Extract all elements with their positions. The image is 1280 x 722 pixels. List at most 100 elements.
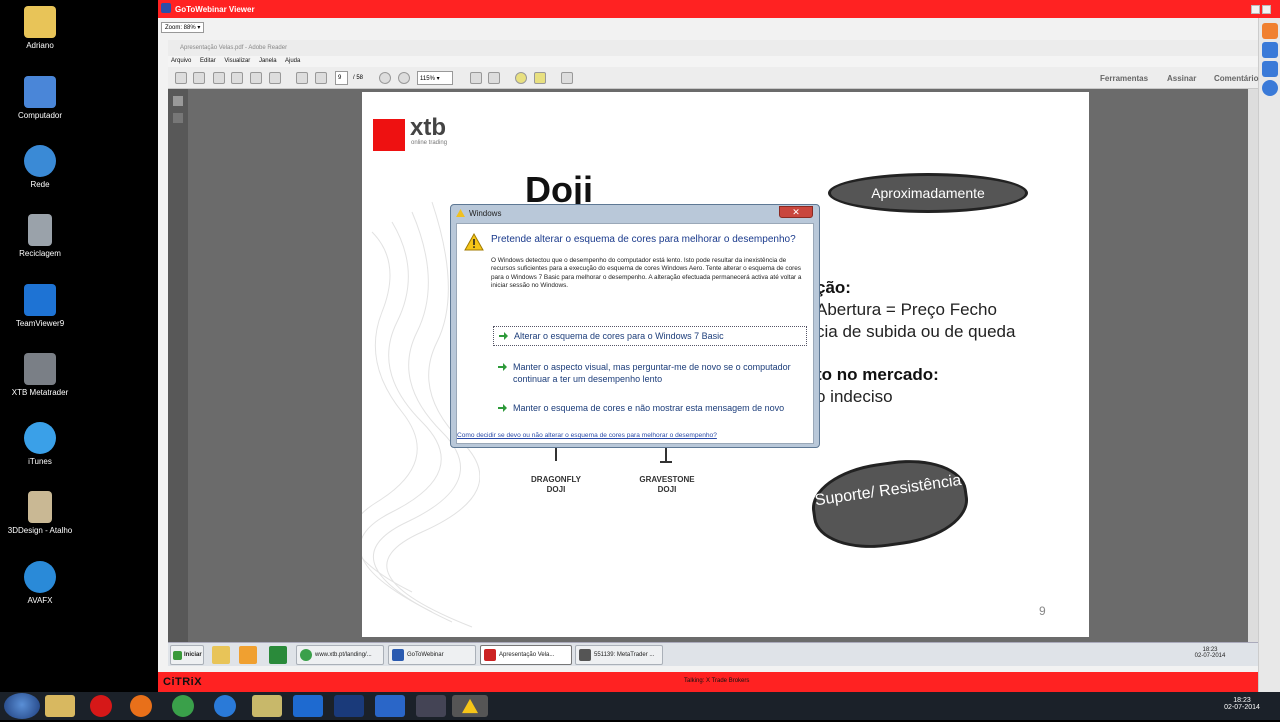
desktop-icon-metatrader[interactable]: XTB Metatrader [0, 353, 80, 397]
desktop-icon-label: XTB Metatrader [11, 388, 69, 397]
desktop-icon-label: TeamViewer9 [15, 319, 65, 328]
slide-text-3: o indeciso [816, 387, 893, 406]
teamviewer-icon[interactable] [293, 695, 323, 717]
fullscreen-icon[interactable] [1261, 61, 1278, 77]
maximize-icon[interactable] [1262, 5, 1271, 14]
expand-icon[interactable] [561, 72, 573, 84]
comentario-link[interactable]: Comentário [1214, 74, 1258, 83]
notes-icon[interactable] [252, 695, 282, 717]
zoom-input[interactable]: 115% ▾ [417, 71, 453, 85]
desktop-icon-rede[interactable]: Rede [0, 145, 80, 189]
explorer-icon[interactable] [212, 646, 230, 664]
explorer-icon[interactable] [45, 695, 75, 717]
dialog-title: Windows [469, 209, 502, 218]
zoom-value: Zoom: 88% [165, 25, 196, 31]
help-icon[interactable] [1261, 80, 1278, 96]
minimize-icon[interactable] [1251, 5, 1260, 14]
callout-text: Suporte/ Resistência [813, 471, 963, 510]
talking-status: Talking: X Trade Brokers [684, 678, 750, 684]
dialog-description: O Windows detectou que o desempenho do c… [491, 257, 802, 290]
start-button[interactable] [4, 693, 40, 719]
desktop-icon-computador[interactable]: Computador [0, 76, 80, 120]
menu-visualizar[interactable]: Visualizar [224, 58, 250, 64]
zoom-out-icon[interactable] [379, 72, 391, 84]
taskbar-item-adobe[interactable]: Apresentação Vela... [480, 645, 572, 665]
create-pdf-icon[interactable] [175, 72, 187, 84]
gotowebinar-icon [392, 649, 404, 661]
desktop-icon-label: Computador [17, 111, 63, 120]
help-link[interactable]: Como decidir se devo ou não alterar o es… [457, 432, 717, 439]
desktop-icon-label: AVAFX [27, 596, 53, 605]
remote-system-tray: 18:23 02-07-2014 [1150, 645, 1258, 665]
citrix-bar: CiTRiX Talking: X Trade Brokers [158, 672, 1258, 692]
dialog-body: Pretende alterar o esquema de cores para… [456, 223, 814, 444]
warning-icon [462, 698, 478, 714]
chrome-icon[interactable] [172, 695, 194, 717]
excel-icon[interactable] [269, 646, 287, 664]
opera-icon[interactable] [90, 695, 112, 717]
metatrader-icon[interactable] [416, 695, 446, 717]
zoom-select[interactable]: Zoom: 88% ▾ [161, 22, 205, 33]
page-up-icon[interactable] [296, 72, 308, 84]
edit-icon[interactable] [213, 72, 225, 84]
menu-arquivo[interactable]: Arquivo [171, 58, 191, 64]
dialog-heading: Pretende alterar o esquema de cores para… [491, 234, 796, 245]
photoshop-icon[interactable] [334, 695, 364, 717]
desktop-icon-avafx[interactable]: AVAFX [0, 561, 80, 605]
network-icon [24, 145, 56, 177]
ferramentas-link[interactable]: Ferramentas [1100, 74, 1148, 83]
xtb-logo-icon [373, 119, 405, 151]
attachments-icon[interactable] [173, 113, 183, 123]
remote-start-button[interactable]: Iniciar [170, 645, 204, 665]
comment-icon[interactable] [515, 72, 527, 84]
desktop-icon-3ddesign[interactable]: 3DDesign - Atalho [0, 491, 80, 535]
desktop-icon-adriano[interactable]: Adriano [0, 6, 80, 50]
document-scrollbar[interactable] [1248, 89, 1258, 642]
pages-icon[interactable] [173, 96, 183, 106]
taskbar-item-metatrader[interactable]: 551139: MetaTrader ... [575, 645, 663, 665]
gotowebinar-icon[interactable] [375, 695, 405, 717]
page-down-icon[interactable] [315, 72, 327, 84]
open-icon[interactable] [193, 72, 205, 84]
internet-explorer-icon[interactable] [214, 695, 236, 717]
close-button[interactable]: ✕ [779, 206, 813, 218]
warning-taskbar-icon[interactable] [452, 695, 488, 717]
taskbar-item-browser[interactable]: www.xtb.pt/landing/... [296, 645, 384, 665]
grab-tab-icon[interactable] [1261, 42, 1278, 58]
metatrader-icon [579, 649, 591, 661]
green-arrow-icon [499, 332, 508, 340]
option-label: Alterar o esquema de cores para o Window… [514, 331, 724, 341]
media-player-icon[interactable] [239, 646, 257, 664]
option-keep-scheme[interactable]: Manter o esquema de cores e não mostrar … [493, 399, 807, 417]
brand-subtitle: online trading [411, 140, 448, 146]
color-scheme-dialog: Windows ✕ Pretende alterar o esquema de … [450, 204, 820, 448]
menu-janela[interactable]: Janela [259, 58, 277, 64]
zoom-in-icon[interactable] [398, 72, 410, 84]
desktop-icon-reciclagem[interactable]: Reciclagem [0, 214, 80, 258]
firefox-icon[interactable] [130, 695, 152, 717]
host-clock[interactable]: 18:23 02-07-2014 [1222, 697, 1262, 711]
fit-page-icon[interactable] [470, 72, 482, 84]
menu-ajuda[interactable]: Ajuda [285, 58, 300, 64]
print-icon[interactable] [250, 72, 262, 84]
menu-editar[interactable]: Editar [200, 58, 216, 64]
highlight-icon[interactable] [534, 72, 546, 84]
desktop-icon-label: Adriano [26, 41, 54, 50]
option-ask-again[interactable]: Manter o aspecto visual, mas perguntar-m… [493, 358, 807, 388]
option-change-basic[interactable]: Alterar o esquema de cores para o Window… [493, 326, 807, 346]
slide-text-2: cia de subida ou de queda [816, 322, 1016, 341]
save-icon[interactable] [231, 72, 243, 84]
hand-raise-icon[interactable] [1261, 23, 1278, 39]
remote-clock[interactable]: 18:23 02-07-2014 [1192, 647, 1228, 659]
taskbar-item-gotowebinar[interactable]: GoToWebinar [388, 645, 476, 665]
fit-width-icon[interactable] [488, 72, 500, 84]
page-number-input[interactable]: 9 [335, 71, 348, 85]
slide-heading-2: to no mercado: [816, 365, 939, 384]
desktop-icon-label: Rede [30, 180, 50, 189]
assinar-link[interactable]: Assinar [1167, 74, 1196, 83]
desktop-icon-teamviewer[interactable]: TeamViewer9 [0, 284, 80, 328]
taskbar-item-label: 551139: MetaTrader ... [594, 652, 655, 658]
desktop-icon-itunes[interactable]: iTunes [0, 422, 80, 466]
callout-cloud-top: Aproximadamente [828, 173, 1028, 213]
email-icon[interactable] [269, 72, 281, 84]
